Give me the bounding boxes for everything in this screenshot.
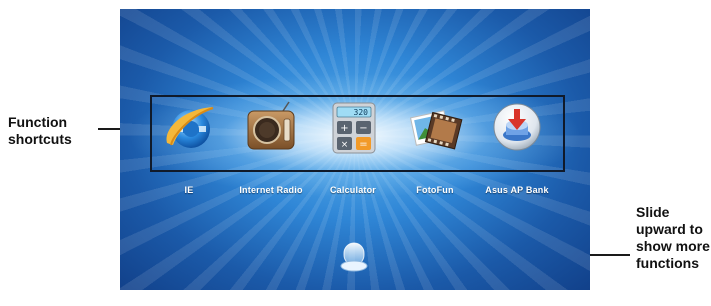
app-store-download-icon [489, 99, 545, 155]
app-fotofun[interactable]: FotoFun [390, 99, 480, 195]
app-label: Asus AP Bank [485, 185, 549, 195]
slide-upward-text: Slide upward to show more functions [636, 204, 710, 271]
function-shortcuts-callout: Function shortcuts [8, 114, 98, 148]
app-asus-ap-bank[interactable]: Asus AP Bank [472, 99, 562, 195]
slide-up-handle[interactable] [338, 239, 370, 275]
home-screen: IE Internet Radio 320 + − × = Calculator… [120, 9, 590, 290]
photo-film-icon [407, 99, 463, 155]
app-internet-radio[interactable]: Internet Radio [226, 99, 316, 195]
svg-text:−: − [359, 123, 367, 134]
app-ie[interactable]: IE [144, 99, 234, 195]
slide-upward-callout: Slide upward to show more functions [636, 204, 711, 272]
function-shortcuts-text: Function shortcuts [8, 114, 72, 147]
calculator-icon: 320 + − × = [325, 99, 381, 155]
internet-explorer-icon [161, 99, 217, 155]
svg-text:×: × [341, 140, 349, 150]
calculator-display: 320 [354, 108, 369, 117]
svg-text:=: = [359, 139, 367, 150]
svg-text:+: + [340, 123, 348, 134]
app-calculator[interactable]: 320 + − × = Calculator [308, 99, 398, 195]
radio-icon [243, 99, 299, 155]
